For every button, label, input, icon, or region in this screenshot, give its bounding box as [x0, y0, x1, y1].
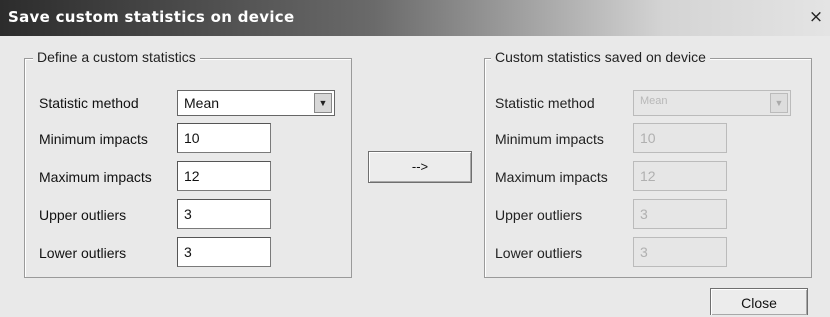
minimum-impacts-input[interactable]: 10	[177, 123, 271, 153]
lower-outliers-label: Lower outliers	[495, 245, 583, 261]
statistic-method-select[interactable]: Mean ▼	[177, 90, 335, 116]
close-icon[interactable]: ×	[806, 7, 826, 27]
statistic-method-label: Statistic method	[39, 95, 139, 111]
upper-outliers-label: Upper outliers	[39, 207, 127, 223]
minimum-impacts-input: 10	[633, 123, 727, 153]
group-legend: Define a custom statistics	[33, 49, 200, 65]
transfer-button[interactable]: -->	[368, 151, 472, 183]
saved-custom-statistics-group: Custom statistics saved on device Statis…	[484, 49, 812, 278]
statistic-method-select: Mean ▼	[633, 90, 791, 116]
lower-outliers-input: 3	[633, 237, 727, 267]
maximum-impacts-label: Maximum impacts	[39, 169, 152, 185]
minimum-impacts-label: Minimum impacts	[495, 131, 604, 147]
dropdown-arrow-icon: ▼	[770, 93, 788, 113]
dropdown-arrow-icon[interactable]: ▼	[314, 93, 332, 113]
window-title: Save custom statistics on device	[8, 8, 295, 26]
group-legend: Custom statistics saved on device	[491, 49, 710, 65]
upper-outliers-input[interactable]: 3	[177, 199, 271, 229]
maximum-impacts-input: 12	[633, 161, 727, 191]
maximum-impacts-input[interactable]: 12	[177, 161, 271, 191]
upper-outliers-input: 3	[633, 199, 727, 229]
statistic-method-value: Mean	[640, 95, 668, 107]
title-bar: Save custom statistics on device ×	[0, 0, 830, 36]
define-custom-statistics-group: Define a custom statistics Statistic met…	[24, 49, 352, 278]
statistic-method-label: Statistic method	[495, 95, 595, 111]
minimum-impacts-label: Minimum impacts	[39, 131, 148, 147]
statistic-method-value: Mean	[184, 95, 220, 111]
upper-outliers-label: Upper outliers	[495, 207, 583, 223]
lower-outliers-label: Lower outliers	[39, 245, 127, 261]
lower-outliers-input[interactable]: 3	[177, 237, 271, 267]
maximum-impacts-label: Maximum impacts	[495, 169, 608, 185]
close-button[interactable]: Close	[710, 288, 808, 315]
